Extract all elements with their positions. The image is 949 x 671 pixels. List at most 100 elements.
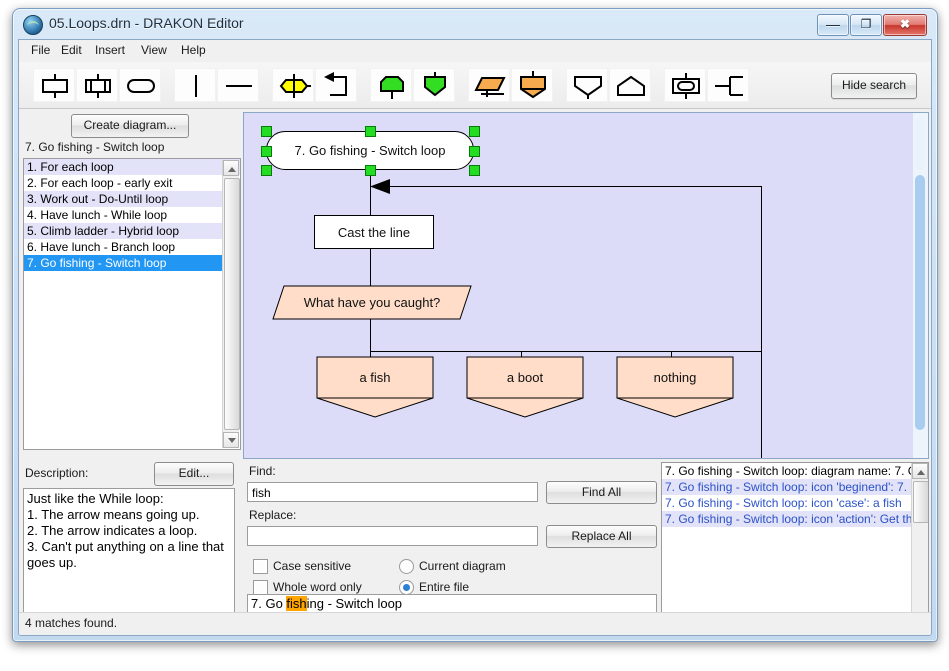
insertion-icon[interactable] — [511, 68, 553, 102]
edit-description-button[interactable]: Edit... — [154, 462, 234, 486]
menu-item-help[interactable]: Help — [175, 43, 212, 59]
horizontal-line-icon[interactable] — [217, 68, 259, 102]
menu-item-insert[interactable]: Insert — [89, 43, 131, 59]
application-window: 05.Loops.drn - DRAKON Editor — ❐ ✖ File … — [12, 8, 938, 642]
scroll-up-icon[interactable] — [912, 463, 928, 479]
app-globe-icon — [23, 15, 43, 35]
entire-file-radio[interactable] — [399, 580, 414, 595]
selection-handle[interactable] — [365, 126, 376, 137]
branch-icon[interactable] — [707, 68, 749, 102]
loop-end-icon[interactable] — [609, 68, 651, 102]
beginend-params-icon[interactable] — [76, 68, 118, 102]
maximize-icon: ❐ — [860, 17, 872, 31]
menu-item-edit[interactable]: Edit — [55, 43, 88, 59]
list-item[interactable]: 1. For each loop — [24, 159, 240, 175]
minimize-icon: — — [826, 16, 840, 32]
loop-begin-icon[interactable] — [566, 68, 608, 102]
diagram-node-case-label: nothing — [653, 369, 697, 385]
menu-item-file[interactable]: File — [25, 43, 56, 59]
search-results-list[interactable]: 7. Go fishing - Switch loop: diagram nam… — [661, 462, 929, 635]
selection-handle[interactable] — [469, 165, 480, 176]
comment-icon[interactable] — [119, 68, 161, 102]
results-scrollbar[interactable] — [911, 463, 928, 635]
diagram-node-case[interactable]: a fish — [316, 356, 434, 418]
arrow-loop-icon[interactable] — [315, 68, 357, 102]
toolbar-separator-5 — [554, 68, 564, 102]
vertical-line-icon[interactable] — [174, 68, 216, 102]
find-input[interactable]: fish — [247, 482, 538, 502]
beginend-icon[interactable] — [33, 68, 75, 102]
toolbar-separator-2 — [260, 68, 270, 102]
minimize-button[interactable]: — — [817, 14, 849, 36]
select-case-icon[interactable] — [413, 68, 455, 102]
scrollbar-thumb[interactable] — [915, 175, 925, 430]
description-panel: Description: Edit... Just like the While… — [23, 462, 239, 630]
description-textarea[interactable]: Just like the While loop: 1. The arrow m… — [23, 488, 235, 626]
hide-search-button[interactable]: Hide search — [830, 73, 917, 99]
toolbar: Hide search — [19, 62, 931, 109]
list-item[interactable]: 7. Go fishing - Switch loop: icon 'case'… — [662, 495, 928, 511]
list-item[interactable]: 7. Go fishing - Switch loop: icon 'actio… — [662, 511, 928, 527]
scroll-up-icon[interactable] — [223, 160, 239, 176]
current-diagram-radio[interactable] — [399, 559, 414, 574]
selection-handle[interactable] — [469, 126, 480, 137]
diagram-node-case-label: a fish — [359, 369, 391, 385]
diagram-node-case-label: a boot — [506, 369, 544, 385]
shelf-icon[interactable] — [468, 68, 510, 102]
window-title: 05.Loops.drn - DRAKON Editor — [49, 15, 244, 31]
connector-case-bus — [370, 351, 762, 352]
connector-action-to-question — [370, 248, 371, 286]
diagram-node-case[interactable]: nothing — [616, 356, 734, 418]
scrollbar-thumb[interactable] — [224, 178, 240, 430]
scroll-down-icon[interactable] — [223, 432, 239, 448]
close-icon: ✖ — [899, 17, 911, 31]
scrollbar-thumb[interactable] — [913, 481, 928, 523]
selection-handle[interactable] — [469, 146, 480, 157]
replace-label: Replace: — [249, 508, 297, 522]
list-item-selected[interactable]: 7. Go fishing - Switch loop — [24, 255, 240, 271]
toolbar-separator-4 — [456, 68, 466, 102]
diagram-list-panel: Create diagram... 7. Go fishing - Switch… — [23, 112, 241, 457]
close-button[interactable]: ✖ — [883, 14, 927, 36]
status-text: 4 matches found. — [25, 616, 118, 630]
list-item[interactable]: 3. Work out - Do-Until loop — [24, 191, 240, 207]
diagram-canvas[interactable]: 7. Go fishing - Switch loop Cast the lin… — [244, 113, 912, 458]
toolbar-separator-3 — [358, 68, 368, 102]
find-all-button[interactable]: Find All — [546, 481, 657, 504]
loopback-vertical — [761, 186, 762, 458]
diagram-node-action[interactable]: Cast the line — [314, 215, 434, 249]
client-area: File Edit Insert View Help Hide search C… — [18, 39, 932, 636]
menu-bar: File Edit Insert View Help — [19, 40, 931, 62]
replace-all-button[interactable]: Replace All — [546, 525, 657, 548]
selection-handle[interactable] — [261, 126, 272, 137]
selection-handle[interactable] — [261, 165, 272, 176]
selection-handle[interactable] — [365, 165, 376, 176]
list-item[interactable]: 7. Go fishing - Switch loop: icon 'begin… — [662, 479, 928, 495]
whole-word-checkbox[interactable] — [253, 580, 268, 595]
list-item[interactable]: 2. For each loop - early exit — [24, 175, 240, 191]
create-diagram-button[interactable]: Create diagram... — [71, 114, 189, 138]
diagram-node-question-label: What have you caught? — [303, 295, 441, 310]
selection-handle[interactable] — [261, 146, 272, 157]
diagram-canvas-panel[interactable]: 7. Go fishing - Switch loop Cast the lin… — [243, 112, 929, 459]
diagram-list-scrollbar[interactable] — [222, 160, 240, 448]
canvas-scrollbar[interactable] — [913, 113, 928, 458]
current-diagram-label: 7. Go fishing - Switch loop — [25, 140, 165, 154]
diagram-node-question[interactable]: What have you caught? — [272, 285, 472, 320]
question-icon[interactable] — [272, 68, 314, 102]
menu-item-view[interactable]: View — [135, 43, 173, 59]
maximize-button[interactable]: ❐ — [850, 14, 882, 36]
diagram-list[interactable]: 1. For each loop 2. For each loop - earl… — [23, 158, 241, 450]
current-diagram-label: Current diagram — [419, 559, 506, 573]
process-icon[interactable] — [664, 68, 706, 102]
select-start-icon[interactable] — [370, 68, 412, 102]
list-item[interactable]: 5. Climb ladder - Hybrid loop — [24, 223, 240, 239]
list-item[interactable]: 7. Go fishing - Switch loop: diagram nam… — [662, 463, 928, 479]
find-label: Find: — [249, 464, 276, 478]
match-preview-after: ing - Switch loop — [306, 596, 403, 611]
diagram-node-case[interactable]: a boot — [466, 356, 584, 418]
replace-input[interactable] — [247, 526, 538, 546]
case-sensitive-checkbox[interactable] — [253, 559, 268, 574]
list-item[interactable]: 6. Have lunch - Branch loop — [24, 239, 240, 255]
list-item[interactable]: 4. Have lunch - While loop — [24, 207, 240, 223]
